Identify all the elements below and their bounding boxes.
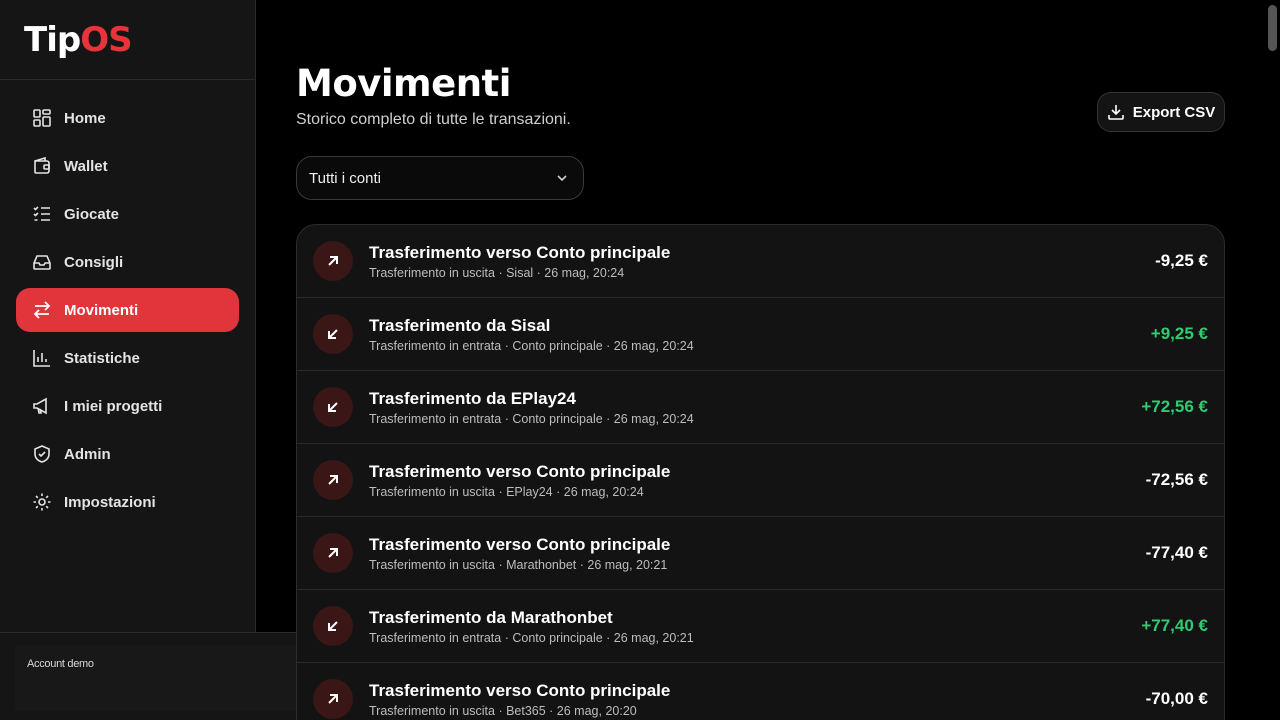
transaction-meta: Trasferimento in uscita · Bet365 · 26 ma… xyxy=(369,703,637,718)
transaction-row[interactable]: Trasferimento verso Conto principale Tras… xyxy=(297,444,1224,517)
sidebar-nav: Home Wallet Giocate Consigli Movimenti S… xyxy=(0,80,255,524)
transaction-amount: -72,56 € xyxy=(1145,470,1208,489)
account-filter-value: Tutti i conti xyxy=(309,169,381,187)
transaction-row[interactable]: Trasferimento da Marathonbet Trasferiment… xyxy=(297,590,1224,663)
arrow-down-left-icon xyxy=(328,402,338,412)
sidebar-item-label: Consigli xyxy=(64,253,124,271)
sidebar-item-label: Movimenti xyxy=(64,301,139,319)
transaction-meta: Trasferimento in uscita · EPlay24 · 26 m… xyxy=(369,484,644,499)
scrollbar-thumb[interactable] xyxy=(1268,5,1277,51)
inbox-icon xyxy=(33,255,51,270)
sidebar-item-home[interactable]: Home xyxy=(16,96,239,140)
sidebar-item-impostazioni[interactable]: Impostazioni xyxy=(16,480,239,524)
transaction-row[interactable]: Trasferimento da EPlay24 Trasferimento in… xyxy=(297,371,1224,444)
sidebar: TipOS Home Wallet Giocate Consigli Movim… xyxy=(0,0,256,720)
transaction-title: Trasferimento da Sisal xyxy=(369,315,551,335)
gear-icon xyxy=(33,493,51,511)
transaction-amount: -9,25 € xyxy=(1155,251,1208,270)
brand-logo-part1: Tip xyxy=(24,20,81,60)
bar-chart-icon xyxy=(33,350,50,367)
transactions-list: Trasferimento verso Conto principale Tras… xyxy=(296,224,1225,720)
account-filter-select[interactable]: Tutti i conti xyxy=(296,156,584,200)
transaction-meta: Trasferimento in entrata · Conto princip… xyxy=(369,411,694,426)
transaction-amount: +72,56 € xyxy=(1141,397,1208,416)
main-content: Movimenti Storico completo di tutte le t… xyxy=(296,0,1225,720)
transaction-amount: +9,25 € xyxy=(1150,324,1208,343)
megaphone-icon xyxy=(33,397,47,415)
transaction-icon xyxy=(313,241,353,281)
transaction-row[interactable]: Trasferimento da Sisal Trasferimento in e… xyxy=(297,298,1224,371)
transaction-row[interactable]: Trasferimento verso Conto principale Tras… xyxy=(297,663,1224,720)
brand-logo-part2: OS xyxy=(80,20,132,60)
sidebar-item-movimenti[interactable]: Movimenti xyxy=(16,288,239,332)
list-check-icon xyxy=(33,206,50,221)
transaction-icon xyxy=(313,460,353,500)
arrow-up-right-icon xyxy=(328,694,338,704)
account-label: Account demo xyxy=(27,658,94,670)
transaction-title: Trasferimento verso Conto principale xyxy=(369,242,671,262)
transaction-icon xyxy=(313,314,353,354)
sidebar-item-label: Home xyxy=(64,109,106,127)
transaction-title: Trasferimento verso Conto principale xyxy=(369,680,671,700)
dashboard-icon xyxy=(33,109,51,127)
shield-check-icon xyxy=(34,445,50,463)
transaction-icon xyxy=(313,606,353,646)
sidebar-item-consigli[interactable]: Consigli xyxy=(16,240,239,284)
transaction-meta: Trasferimento in entrata · Conto princip… xyxy=(369,338,694,353)
sidebar-item-label: Giocate xyxy=(64,205,120,223)
arrow-down-left-icon xyxy=(328,329,338,339)
brand-logo[interactable]: TipOS xyxy=(0,0,255,80)
transaction-icon xyxy=(313,533,353,573)
arrow-up-right-icon xyxy=(328,475,338,485)
transaction-title: Trasferimento da EPlay24 xyxy=(369,388,576,408)
download-icon xyxy=(1107,105,1124,120)
arrow-up-right-icon xyxy=(328,548,338,558)
transaction-meta: Trasferimento in entrata · Conto princip… xyxy=(369,630,694,645)
chevron-down-icon xyxy=(557,175,567,182)
transaction-amount: -70,00 € xyxy=(1145,689,1208,708)
transaction-title: Trasferimento da Marathonbet xyxy=(369,607,613,627)
sidebar-item-wallet[interactable]: Wallet xyxy=(16,144,239,188)
arrow-up-right-icon xyxy=(328,256,338,266)
page-title: Movimenti xyxy=(296,62,511,105)
transaction-row[interactable]: Trasferimento verso Conto principale Tras… xyxy=(297,225,1224,298)
export-csv-button[interactable]: Export CSV xyxy=(1097,92,1225,132)
account-panel-inner xyxy=(15,645,297,711)
sidebar-item-progetti[interactable]: I miei progetti xyxy=(16,384,239,428)
page-scrollbar[interactable] xyxy=(1265,0,1280,720)
transaction-amount: -77,40 € xyxy=(1145,543,1208,562)
transaction-title: Trasferimento verso Conto principale xyxy=(369,534,671,554)
sidebar-item-label: Wallet xyxy=(64,157,108,175)
account-panel[interactable]: Account demo xyxy=(0,632,315,720)
page-subtitle: Storico completo di tutte le transazioni… xyxy=(296,111,571,128)
export-csv-label: Export CSV xyxy=(1132,103,1216,121)
transaction-amount: +77,40 € xyxy=(1141,616,1208,635)
sidebar-item-giocate[interactable]: Giocate xyxy=(16,192,239,236)
sidebar-item-label: Statistiche xyxy=(64,349,140,367)
transaction-meta: Trasferimento in uscita · Sisal · 26 mag… xyxy=(369,265,625,280)
transaction-title: Trasferimento verso Conto principale xyxy=(369,461,671,481)
arrows-swap-icon xyxy=(33,301,51,319)
sidebar-item-statistiche[interactable]: Statistiche xyxy=(16,336,239,380)
sidebar-item-label: Admin xyxy=(64,445,111,463)
transaction-icon xyxy=(313,387,353,427)
transaction-meta: Trasferimento in uscita · Marathonbet · … xyxy=(369,557,668,572)
sidebar-item-admin[interactable]: Admin xyxy=(16,432,239,476)
arrow-down-left-icon xyxy=(328,621,338,631)
transaction-row[interactable]: Trasferimento verso Conto principale Tras… xyxy=(297,517,1224,590)
transaction-icon xyxy=(313,679,353,719)
sidebar-item-label: I miei progetti xyxy=(64,397,163,415)
wallet-icon xyxy=(34,156,50,174)
sidebar-item-label: Impostazioni xyxy=(64,493,156,511)
